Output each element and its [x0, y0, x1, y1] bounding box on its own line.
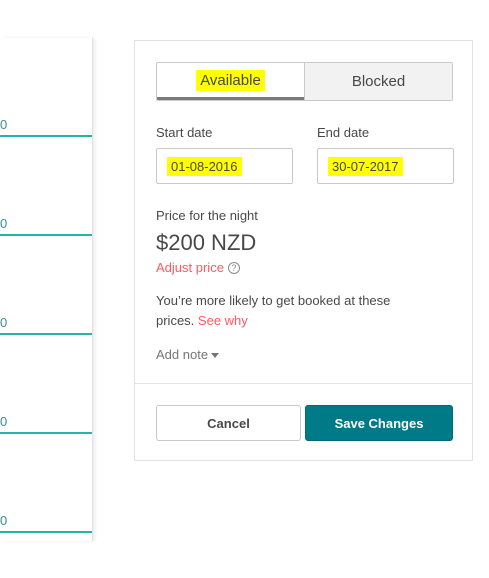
calendar-cell-value: 0 — [0, 513, 8, 528]
availability-toggle: Available Blocked — [156, 62, 453, 101]
toggle-blocked[interactable]: Blocked — [304, 63, 452, 100]
start-date-field[interactable]: 01-08-2016 — [156, 148, 293, 184]
caret-down-icon — [211, 352, 220, 358]
end-date-field[interactable]: 30-07-2017 — [317, 148, 454, 184]
question-circle-icon[interactable]: ? — [227, 261, 240, 274]
toggle-blocked-label: Blocked — [351, 73, 406, 90]
save-changes-button[interactable]: Save Changes — [305, 405, 453, 441]
calendar-cell-bar — [0, 135, 92, 137]
price-value: $200 NZD — [156, 230, 257, 255]
adjust-price-link[interactable]: Adjust price ? — [156, 260, 240, 275]
add-note-toggle[interactable]: Add note — [156, 347, 220, 362]
calendar-cell-bar — [0, 234, 92, 236]
divider — [135, 383, 472, 384]
calendar-cell-value: 0 — [0, 216, 8, 231]
calendar-cell-bar — [0, 333, 92, 335]
booking-hint-text: You’re more likely to get booked at thes… — [156, 293, 391, 328]
start-date-label: Start date — [156, 125, 213, 140]
calendar-strip: 0 0 0 0 0 — [0, 38, 93, 541]
add-note-label: Add note — [156, 347, 209, 362]
toggle-available-label: Available — [196, 69, 265, 91]
adjust-price-label: Adjust price — [156, 260, 224, 275]
price-label: Price for the night — [156, 208, 258, 223]
end-date-label: End date — [317, 125, 370, 140]
see-why-link[interactable]: See why — [198, 313, 248, 328]
calendar-cell-bar — [0, 432, 92, 434]
booking-hint: You’re more likely to get booked at thes… — [156, 291, 426, 331]
end-date-value: 30-07-2017 — [328, 156, 403, 176]
calendar-cell-value: 0 — [0, 315, 8, 330]
availability-panel: Available Blocked Start date End date 01… — [134, 40, 473, 461]
start-date-value: 01-08-2016 — [167, 156, 242, 176]
calendar-cell-value: 0 — [0, 414, 8, 429]
cancel-button[interactable]: Cancel — [156, 405, 301, 441]
calendar-cell-value: 0 — [0, 117, 8, 132]
calendar-cell-bar — [0, 531, 92, 533]
toggle-available[interactable]: Available — [157, 63, 304, 100]
